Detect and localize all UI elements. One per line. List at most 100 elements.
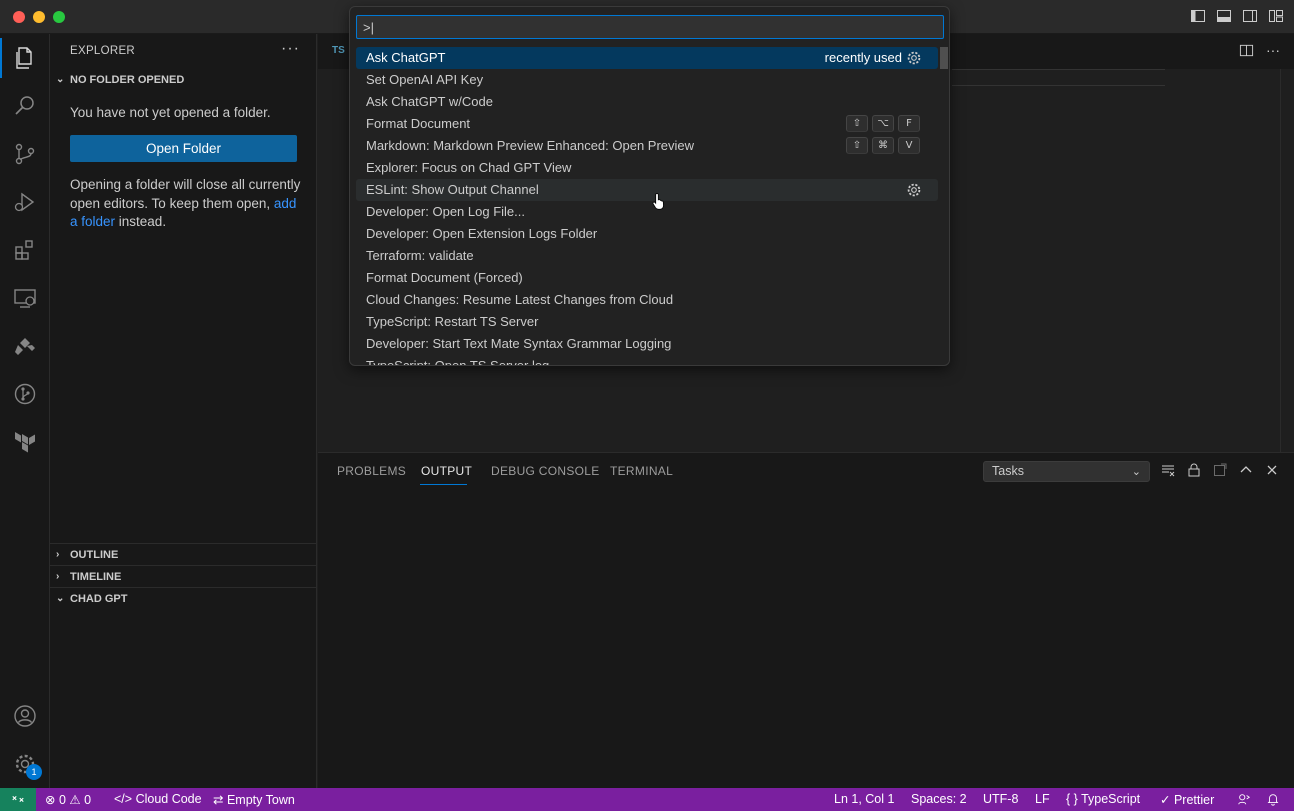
prettier-label: Prettier — [1173, 793, 1215, 807]
indentation-status[interactable]: Spaces: 2 — [911, 792, 967, 806]
chevron-down-icon: ⌄ — [56, 593, 65, 604]
typescript-file-icon[interactable]: TS — [332, 45, 345, 56]
notifications-bell-icon[interactable] — [1266, 792, 1280, 809]
command-item[interactable]: Developer: Start Text Mate Syntax Gramma… — [356, 333, 938, 355]
command-label: Markdown: Markdown Preview Enhanced: Ope… — [366, 138, 695, 153]
clear-output-icon[interactable] — [1160, 462, 1176, 478]
command-item[interactable]: Format Document (Forced) — [356, 267, 938, 289]
open-in-editor-icon[interactable] — [1212, 462, 1228, 478]
feedback-icon[interactable] — [1237, 792, 1251, 809]
configure-keybinding-gear-icon[interactable] — [906, 182, 922, 198]
cloud-code-icon[interactable] — [13, 334, 37, 358]
command-label: ESLint: Show Output Channel — [366, 182, 539, 197]
command-label: Ask ChatGPT — [366, 50, 446, 65]
keybinding-key: V — [898, 137, 920, 154]
output-channel-select[interactable]: Tasks ⌄ — [983, 461, 1150, 482]
sync-arrows-icon: ⇄ — [213, 793, 224, 807]
lock-icon[interactable] — [1186, 462, 1202, 478]
command-item[interactable]: Developer: Open Log File... — [356, 201, 938, 223]
warning-icon: ⚠ — [69, 793, 81, 807]
timeline-section-header[interactable]: › TIMELINE — [50, 566, 317, 588]
command-item[interactable]: Explorer: Focus on Chad GPT View — [356, 157, 938, 179]
keybinding-key: ⌥ — [872, 115, 894, 132]
remote-indicator[interactable] — [0, 788, 36, 811]
command-item[interactable]: TypeScript: Restart TS Server — [356, 311, 938, 333]
command-item[interactable]: ESLint: Show Output Channel — [356, 179, 938, 201]
accounts-icon[interactable] — [13, 704, 37, 728]
close-window-button[interactable] — [13, 11, 25, 23]
open-folder-button[interactable]: Open Folder — [70, 135, 297, 162]
remote-explorer-icon[interactable] — [13, 286, 37, 310]
terraform-icon[interactable] — [13, 430, 37, 454]
sidebar-title: EXPLORER — [70, 45, 136, 57]
command-item[interactable]: Ask ChatGPT recently used — [356, 47, 938, 69]
cloud-code-label: Cloud Code — [135, 792, 202, 806]
prettier-status[interactable]: ✓ Prettier — [1160, 792, 1214, 807]
command-label: Terraform: validate — [366, 248, 474, 263]
command-label: Format Document (Forced) — [366, 270, 523, 285]
command-item[interactable]: Ask ChatGPT w/Code — [356, 91, 938, 113]
palette-scrollbar-thumb[interactable] — [940, 47, 948, 69]
active-tab-underline — [420, 484, 467, 485]
outline-section-header[interactable]: › OUTLINE — [50, 544, 317, 566]
toggle-secondary-sidebar-icon[interactable] — [1242, 8, 1258, 24]
hand-cursor-icon — [652, 193, 664, 210]
problems-status[interactable]: ⊗ 0 ⚠ 0 — [45, 792, 91, 807]
command-item[interactable]: Set OpenAI API Key — [356, 69, 938, 91]
views-more-actions-icon[interactable]: ··· — [281, 40, 300, 58]
error-count: 0 — [58, 793, 66, 807]
section-title: TIMELINE — [70, 571, 122, 583]
command-item[interactable]: TypeScript: Open TS Server log — [356, 355, 938, 366]
search-icon[interactable] — [13, 94, 37, 118]
split-editor-icon[interactable] — [1239, 43, 1254, 61]
maximize-panel-icon[interactable] — [1238, 462, 1254, 478]
keybinding-key: ⇧ — [846, 115, 868, 132]
extensions-icon[interactable] — [13, 238, 37, 262]
command-item[interactable]: Developer: Open Extension Logs Folder — [356, 223, 938, 245]
minimize-window-button[interactable] — [33, 11, 45, 23]
source-control-icon[interactable] — [13, 142, 37, 166]
hint-text: Opening a folder will close all currentl… — [70, 177, 301, 211]
command-item[interactable]: Format Document ⇧ ⌥ F — [356, 113, 938, 135]
command-item[interactable]: Markdown: Markdown Preview Enhanced: Ope… — [356, 135, 938, 157]
encoding-status[interactable]: UTF-8 — [983, 792, 1018, 806]
zoom-window-button[interactable] — [53, 11, 65, 23]
output-channel-value: Tasks — [992, 464, 1024, 478]
command-label: TypeScript: Open TS Server log — [366, 358, 550, 366]
toggle-primary-sidebar-icon[interactable] — [1190, 8, 1206, 24]
explorer-icon[interactable] — [13, 46, 37, 70]
tab-problems[interactable]: PROBLEMS — [337, 464, 406, 478]
language-label: TypeScript — [1081, 792, 1141, 806]
customize-layout-icon[interactable] — [1268, 8, 1284, 24]
cursor-position-status[interactable]: Ln 1, Col 1 — [834, 792, 894, 806]
empty-folder-message: You have not yet opened a folder. — [70, 105, 271, 120]
open-folder-hint: Opening a folder will close all currentl… — [70, 176, 305, 232]
keybinding: ⇧ ⌥ F — [846, 115, 920, 132]
editor-widget-line — [952, 69, 1165, 70]
command-label: Developer: Start Text Mate Syntax Gramma… — [366, 336, 672, 351]
chad-gpt-section-header[interactable]: ⌄ CHAD GPT — [50, 588, 317, 610]
keybinding-key: ⇧ — [846, 137, 868, 154]
eol-status[interactable]: LF — [1035, 792, 1050, 806]
branch-status[interactable]: ⇄ Empty Town — [213, 792, 295, 807]
command-list: Ask ChatGPT recently used Set OpenAI API K… — [356, 47, 938, 366]
check-icon: ✓ — [1160, 793, 1171, 807]
no-folder-section-header[interactable]: ⌄ NO FOLDER OPENED — [50, 69, 317, 91]
command-palette-input[interactable] — [356, 15, 944, 39]
toggle-panel-icon[interactable] — [1216, 8, 1232, 24]
tab-terminal[interactable]: TERMINAL — [610, 464, 673, 478]
tab-debug-console[interactable]: DEBUG CONSOLE — [491, 464, 600, 478]
language-status[interactable]: { } TypeScript — [1066, 792, 1140, 806]
tab-output[interactable]: OUTPUT — [421, 464, 472, 478]
close-panel-icon[interactable] — [1264, 462, 1280, 478]
editor-scrollbar[interactable] — [1280, 69, 1281, 452]
cloud-code-status[interactable]: </> Cloud Code — [114, 792, 202, 806]
git-graph-icon[interactable] — [13, 382, 37, 406]
chevron-right-icon: › — [56, 549, 60, 560]
run-debug-icon[interactable] — [13, 190, 37, 214]
command-item[interactable]: Cloud Changes: Resume Latest Changes fro… — [356, 289, 938, 311]
configure-keybinding-gear-icon[interactable] — [906, 50, 922, 66]
more-actions-icon[interactable]: ··· — [1266, 43, 1280, 61]
command-item[interactable]: Terraform: validate — [356, 245, 938, 267]
status-bar: ⊗ 0 ⚠ 0 </> Cloud Code ⇄ Empty Town Ln 1… — [0, 788, 1294, 811]
